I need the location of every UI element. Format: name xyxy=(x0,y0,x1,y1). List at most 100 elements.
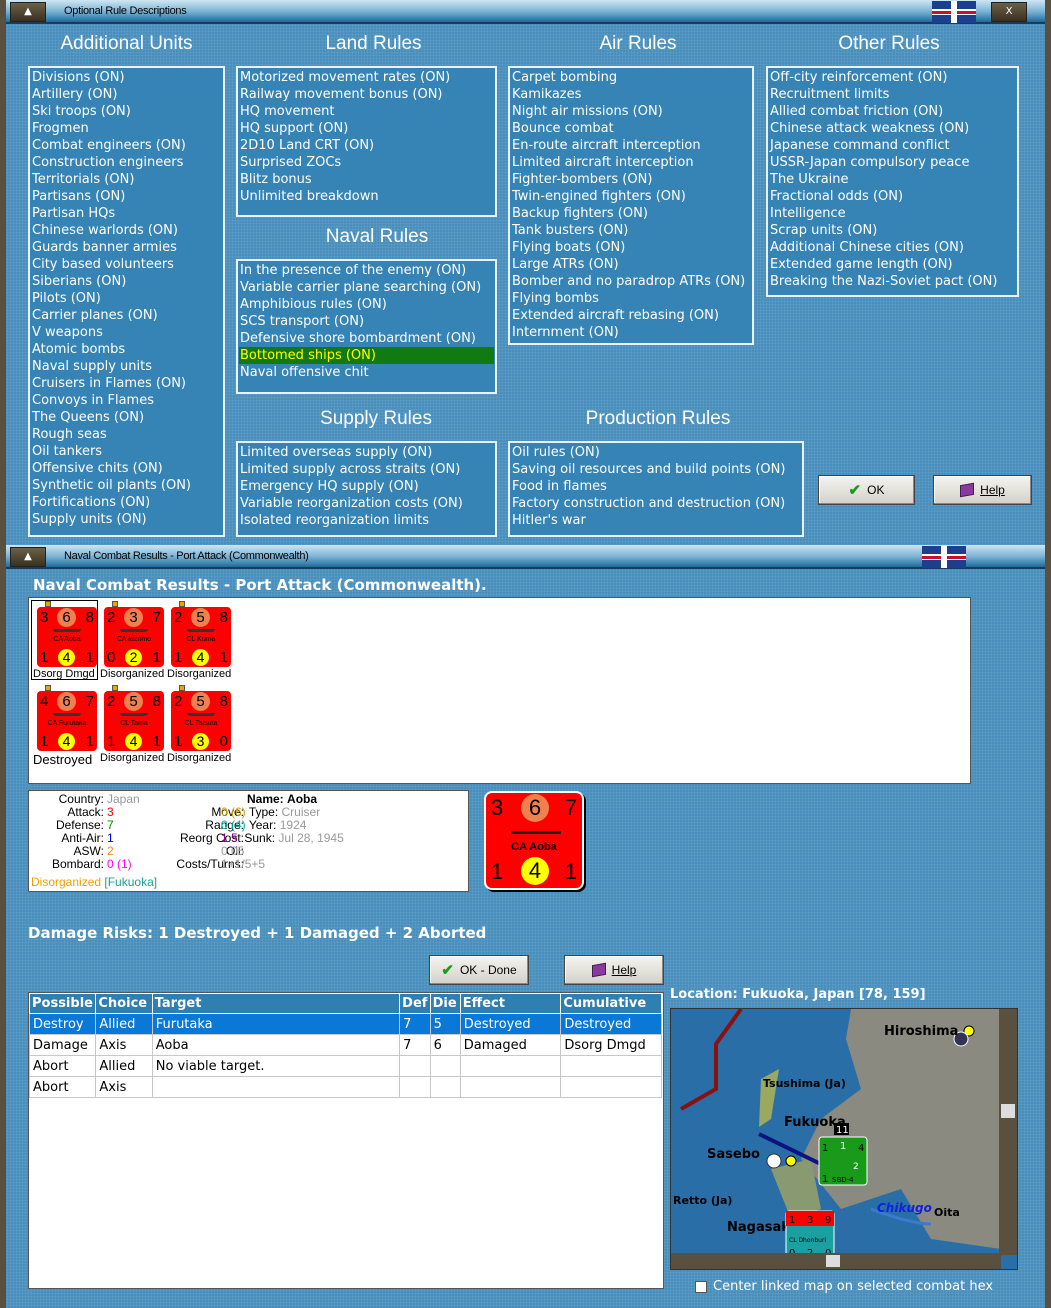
rule-item[interactable]: Partisans (ON) xyxy=(31,188,222,205)
rule-item[interactable]: Factory construction and destruction (ON… xyxy=(511,495,801,512)
rule-item[interactable]: Kamikazes xyxy=(511,86,751,103)
unit-counter[interactable]: 258 CL Tatsuta 130 xyxy=(171,685,231,751)
map-horizontal-scrollbar[interactable] xyxy=(671,1253,1001,1269)
other-rules-list[interactable]: Off-city reinforcement (ON) Recruitment l… xyxy=(766,66,1019,297)
table-row[interactable]: Destroy Allied Furutaka 7 5 Destroyed Destroye… xyxy=(28,1013,662,1035)
rule-item[interactable]: Combat engineers (ON) xyxy=(31,137,222,154)
ok-button[interactable]: ✔ OK xyxy=(818,475,915,505)
rule-item[interactable]: Food in flames xyxy=(511,478,801,495)
rule-item[interactable]: Territorials (ON) xyxy=(31,171,222,188)
rule-item[interactable]: Railway movement bonus (ON) xyxy=(239,86,494,103)
title-bar[interactable]: ▲ Naval Combat Results - Port Attack (Co… xyxy=(6,545,1045,569)
rule-item[interactable]: Limited supply across straits (ON) xyxy=(239,461,494,478)
column-header[interactable]: Target xyxy=(151,993,401,1014)
rule-item[interactable]: Motorized movement rates (ON) xyxy=(239,69,494,86)
rule-item[interactable]: Fractional odds (ON) xyxy=(769,188,1016,205)
table-row[interactable]: Abort Allied No viable target. xyxy=(28,1055,662,1077)
rule-item[interactable]: En-route aircraft interception xyxy=(511,137,751,154)
rule-item[interactable]: Hitler's war xyxy=(511,512,801,529)
rule-item[interactable]: Flying bombs xyxy=(511,290,751,307)
rule-item[interactable]: Atomic bombs xyxy=(31,341,222,358)
rule-item[interactable]: Limited aircraft interception xyxy=(511,154,751,171)
rule-item[interactable]: Extended game length (ON) xyxy=(769,256,1016,273)
rule-item[interactable]: Variable carrier plane searching (ON) xyxy=(239,279,494,296)
unit-counter[interactable]: 258 CL Kuma 141 xyxy=(171,601,231,667)
rule-item[interactable]: Night air missions (ON) xyxy=(511,103,751,120)
unit-counter[interactable]: 258 CL Tama 141 xyxy=(104,685,164,751)
rule-item[interactable]: Pilots (ON) xyxy=(31,290,222,307)
map-canvas[interactable]: Hiroshima Tsushima (Ja) Fukuoka Sasebo R… xyxy=(671,1009,1018,1270)
rule-item[interactable]: HQ movement xyxy=(239,103,494,120)
title-bar[interactable]: ▲ Optional Rule Descriptions X xyxy=(6,0,1045,24)
rule-item[interactable]: Breaking the Nazi-Soviet pact (ON) xyxy=(769,273,1016,290)
rule-item[interactable]: Defensive shore bombardment (ON) xyxy=(239,330,494,347)
air-rules-list[interactable]: Carpet bombing Kamikazes Night air mission… xyxy=(508,66,754,345)
rule-item[interactable]: Amphibious rules (ON) xyxy=(239,296,494,313)
rule-item[interactable]: Saving oil resources and build points (O… xyxy=(511,461,801,478)
additional-units-list[interactable]: Divisions (ON) Artillery (ON) Ski troops (… xyxy=(28,66,225,537)
rule-item[interactable]: Isolated reorganization limits xyxy=(239,512,494,529)
rule-item[interactable]: Divisions (ON) xyxy=(31,69,222,86)
rule-item[interactable]: Offensive chits (ON) xyxy=(31,460,222,477)
rule-item[interactable]: Blitz bonus xyxy=(239,171,494,188)
rule-item[interactable]: Construction engineers xyxy=(31,154,222,171)
table-row[interactable]: Abort Axis xyxy=(28,1076,662,1098)
rule-item[interactable]: Naval supply units xyxy=(31,358,222,375)
rule-item[interactable]: Surprised ZOCs xyxy=(239,154,494,171)
rule-item[interactable]: Off-city reinforcement (ON) xyxy=(769,69,1016,86)
rule-item[interactable]: Convoys in Flames xyxy=(31,392,222,409)
linked-map[interactable]: Hiroshima Tsushima (Ja) Fukuoka Sasebo R… xyxy=(670,1008,1018,1270)
rule-item[interactable]: Rough seas xyxy=(31,426,222,443)
rule-item[interactable]: Backup fighters (ON) xyxy=(511,205,751,222)
rule-item[interactable]: Intelligence xyxy=(769,205,1016,222)
rule-item[interactable]: Carrier planes (ON) xyxy=(31,307,222,324)
checkbox-box[interactable] xyxy=(695,1280,707,1293)
rule-item[interactable]: Artillery (ON) xyxy=(31,86,222,103)
rule-item[interactable]: Oil rules (ON) xyxy=(511,444,801,461)
rule-item[interactable]: Additional Chinese cities (ON) xyxy=(769,239,1016,256)
unit-counter[interactable]: 467 CA Furutaka 141 xyxy=(37,685,97,751)
rule-item[interactable]: Japanese command conflict xyxy=(769,137,1016,154)
close-button[interactable]: X xyxy=(991,2,1027,22)
rule-item[interactable]: Variable reorganization costs (ON) xyxy=(239,495,494,512)
rule-item[interactable]: SCS transport (ON) xyxy=(239,313,494,330)
unit-counter[interactable]: 237 CA Idzumo 021 xyxy=(104,601,164,667)
rule-item[interactable]: The Queens (ON) xyxy=(31,409,222,426)
rule-item[interactable]: Unlimited breakdown xyxy=(239,188,494,205)
column-header[interactable]: Choice xyxy=(95,993,153,1014)
rule-item[interactable]: Tank busters (ON) xyxy=(511,222,751,239)
rule-item[interactable]: Chinese warlords (ON) xyxy=(31,222,222,239)
rule-item[interactable]: 2D10 Land CRT (ON) xyxy=(239,137,494,154)
rule-item[interactable]: Frogmen xyxy=(31,120,222,137)
supply-rules-list[interactable]: Limited overseas supply (ON) Limited supp… xyxy=(236,441,497,537)
rule-item[interactable]: Supply units (ON) xyxy=(31,511,222,528)
center-map-checkbox[interactable]: Center linked map on selected combat hex xyxy=(695,1279,993,1294)
production-rules-list[interactable]: Oil rules (ON) Saving oil resources and b… xyxy=(508,441,804,537)
rule-item[interactable]: Recruitment limits xyxy=(769,86,1016,103)
rule-item[interactable]: In the presence of the enemy (ON) xyxy=(239,262,494,279)
rule-item[interactable]: Chinese attack weakness (ON) xyxy=(769,120,1016,137)
rule-item[interactable]: Oil tankers xyxy=(31,443,222,460)
unit-counter[interactable]: 368 CA Aoba 141 xyxy=(37,601,97,667)
rule-item[interactable]: Partisan HQs xyxy=(31,205,222,222)
rule-item[interactable]: Flying boats (ON) xyxy=(511,239,751,256)
table-row[interactable]: Damage Axis Aoba 7 6 Damaged Dsorg Dmgd xyxy=(28,1034,662,1056)
minimize-button[interactable]: ▲ xyxy=(10,2,46,22)
rule-item[interactable]: Fighter-bombers (ON) xyxy=(511,171,751,188)
naval-rules-list[interactable]: In the presence of the enemy (ON) Variabl… xyxy=(236,259,497,394)
rule-item[interactable]: Scrap units (ON) xyxy=(769,222,1016,239)
column-header[interactable]: Possible xyxy=(28,993,97,1014)
rule-item[interactable]: City based volunteers xyxy=(31,256,222,273)
rule-item[interactable]: Large ATRs (ON) xyxy=(511,256,751,273)
rule-item[interactable]: Allied combat friction (ON) xyxy=(769,103,1016,120)
rule-item[interactable]: Ski troops (ON) xyxy=(31,103,222,120)
rule-item[interactable]: Cruisers in Flames (ON) xyxy=(31,375,222,392)
scroll-thumb[interactable] xyxy=(1001,1104,1015,1118)
rule-item[interactable]: Naval offensive chit xyxy=(239,364,494,381)
rule-item[interactable]: The Ukraine xyxy=(769,171,1016,188)
rule-item[interactable]: HQ support (ON) xyxy=(239,120,494,137)
column-header[interactable]: Def xyxy=(399,993,431,1014)
column-header[interactable]: Cumulative xyxy=(560,993,662,1014)
map-vertical-scrollbar[interactable] xyxy=(999,1009,1017,1255)
minimize-button[interactable]: ▲ xyxy=(10,547,46,567)
